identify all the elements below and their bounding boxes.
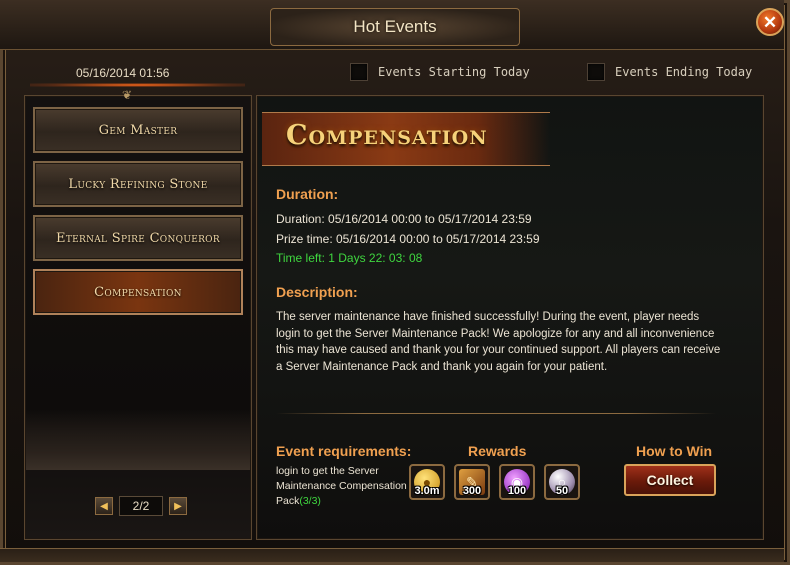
event-tab-label: Lucky Refining Stone	[68, 176, 208, 192]
event-tab-compensation[interactable]: Compensation	[33, 269, 243, 315]
prev-page-button[interactable]: ◀	[95, 497, 113, 515]
duration-line: Duration: 05/16/2014 00:00 to 05/17/2014…	[276, 212, 532, 226]
starting-today-label: Events Starting Today	[378, 65, 530, 79]
reward-quantity: 3.0m	[414, 485, 440, 497]
reward-quantity: 50	[555, 485, 569, 497]
title-plate: Hot Events	[270, 8, 520, 46]
prize-time-line: Prize time: 05/16/2014 00:00 to 05/17/20…	[276, 232, 540, 246]
next-page-button[interactable]: ▶	[169, 497, 187, 515]
event-description: The server maintenance have finished suc…	[276, 311, 721, 373]
rewards-heading: Rewards	[468, 443, 527, 459]
reward-gold[interactable]: ● 3.0m	[409, 464, 445, 500]
time-left: Time left: 1 Days 22: 03: 08	[276, 251, 423, 265]
event-tab-lucky-refining-stone[interactable]: Lucky Refining Stone	[33, 161, 243, 207]
window-title: Hot Events	[353, 17, 437, 36]
event-tab-label: Eternal Spire Conqueror	[56, 230, 220, 246]
duration-heading: Duration:	[276, 186, 339, 202]
ending-today-checkbox[interactable]	[587, 63, 605, 81]
reward-quantity: 300	[462, 485, 482, 497]
close-button[interactable]: ✕	[756, 8, 784, 36]
how-to-win-heading: How to Win	[636, 443, 713, 459]
event-tab-label: Gem Master	[98, 122, 178, 138]
event-tab-gem-master[interactable]: Gem Master	[33, 107, 243, 153]
requirement-text: login to get the Server Maintenance Comp…	[276, 464, 411, 509]
starting-today-checkbox[interactable]	[350, 63, 368, 81]
reward-purple-orb[interactable]: ◉ 100	[499, 464, 535, 500]
event-title: Compensation	[286, 120, 488, 151]
requirements-heading: Event requirements:	[276, 443, 412, 459]
filter-ending-today[interactable]: Events Ending Today	[587, 63, 752, 81]
event-tab-label: Compensation	[94, 284, 182, 300]
page-indicator: 2/2	[119, 496, 163, 516]
requirement-description: login to get the Server Maintenance Comp…	[276, 465, 407, 507]
reward-pearl[interactable]: ○ 50	[544, 464, 580, 500]
decorative-flames	[26, 410, 250, 470]
current-datetime: 05/16/2014 01:56	[76, 66, 170, 80]
section-divider	[276, 413, 716, 414]
description-heading: Description:	[276, 284, 358, 300]
reward-quantity: 100	[507, 485, 527, 497]
collect-button[interactable]: Collect	[624, 464, 716, 496]
event-tab-eternal-spire-conqueror[interactable]: Eternal Spire Conqueror	[33, 215, 243, 261]
datetime-glow	[30, 83, 245, 87]
requirement-count: (3/3)	[299, 495, 321, 507]
event-list-pager: ◀ 2/2 ▶	[95, 496, 187, 516]
ending-today-label: Events Ending Today	[615, 65, 753, 79]
window-bottom-border	[0, 548, 784, 562]
reward-scroll[interactable]: ✎ 300	[454, 464, 490, 500]
panel-ornament-icon: ❦	[122, 88, 133, 102]
filter-starting-today[interactable]: Events Starting Today	[350, 63, 530, 81]
